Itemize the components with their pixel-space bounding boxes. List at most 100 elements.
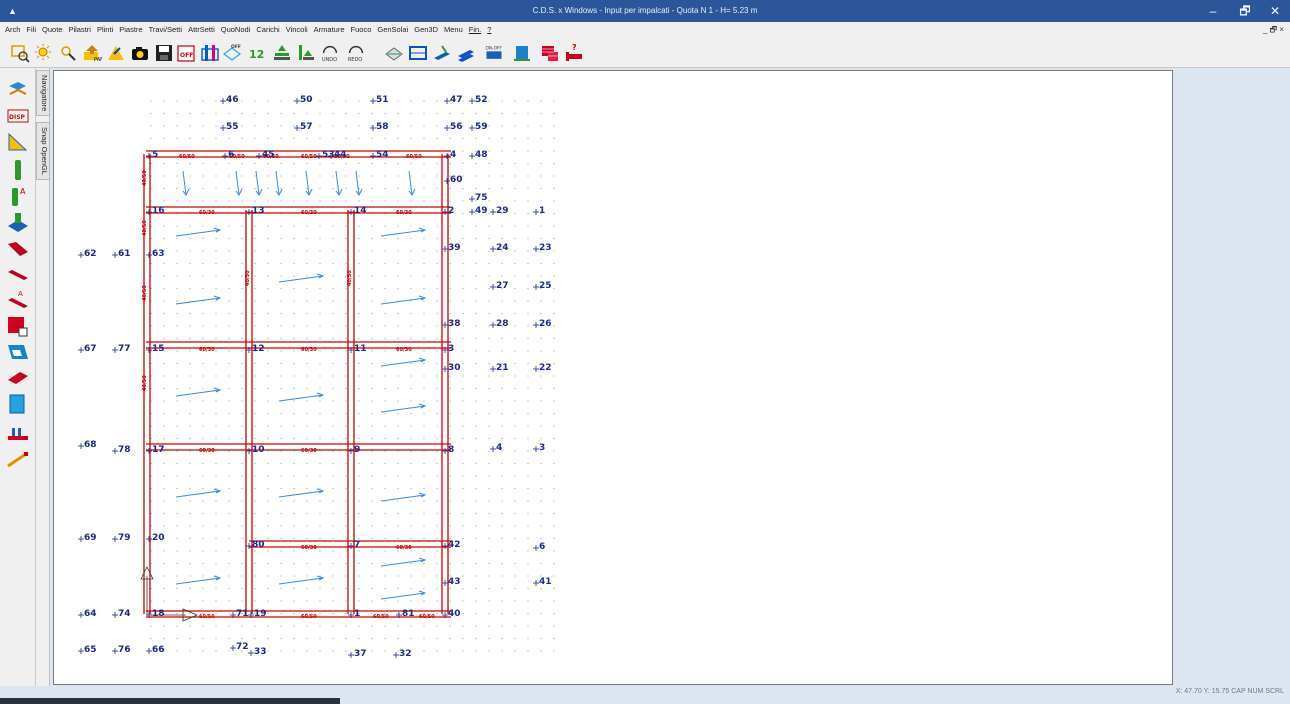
pan-icon[interactable]: PAN: [82, 42, 104, 64]
grid-dot: [501, 625, 503, 627]
stairs-icon[interactable]: [6, 420, 30, 444]
zoom-window-icon[interactable]: [10, 42, 30, 64]
triangle-icon[interactable]: [6, 130, 30, 154]
menu-quote[interactable]: Quote: [39, 22, 65, 38]
columns-icon[interactable]: [200, 42, 220, 64]
menu-arch[interactable]: Arch: [2, 22, 23, 38]
menu-menu[interactable]: Menu: [441, 22, 466, 38]
foundation-icon[interactable]: [272, 42, 292, 64]
grid-dot: [345, 400, 347, 402]
grid-dot: [176, 400, 178, 402]
grid-dot: [319, 462, 321, 465]
beams-3d-icon[interactable]: [384, 42, 404, 64]
beam-a-icon[interactable]: A: [6, 288, 30, 312]
mdi-controls[interactable]: _ 🗗 ×: [1263, 22, 1284, 38]
menu-gen3d[interactable]: Gen3D: [411, 22, 441, 38]
node-label: 28: [496, 319, 509, 329]
cyan-rect-icon[interactable]: [6, 392, 30, 416]
grid-dot: [410, 437, 412, 440]
grid-dot: [345, 512, 347, 515]
zoom-out-icon[interactable]: [58, 42, 78, 64]
menu-attrsetti[interactable]: AttrSetti: [185, 22, 218, 38]
disp-icon[interactable]: DISP: [6, 104, 30, 128]
ramp-icon[interactable]: [6, 446, 30, 470]
menu-fuoco[interactable]: Fuoco: [348, 22, 375, 38]
piers-icon[interactable]: [296, 42, 316, 64]
tab-snap-opengl[interactable]: Snap OpenGL: [36, 122, 50, 180]
beam-icon[interactable]: [6, 262, 30, 286]
help-bed-icon[interactable]: ?: [564, 42, 584, 64]
grid-dot: [202, 412, 204, 415]
zoom-all-icon[interactable]: [34, 42, 54, 64]
foundation-block-icon[interactable]: [6, 210, 30, 234]
sofa-icon[interactable]: [6, 236, 30, 260]
grid-dot: [254, 412, 256, 415]
menu-vincoli[interactable]: Vincoli: [283, 22, 311, 38]
onoff-icon[interactable]: ON-OFF: [484, 42, 508, 64]
grid-dot: [488, 187, 490, 190]
grid-dot: [202, 287, 204, 290]
menu-fili[interactable]: Fili: [23, 22, 39, 38]
column-a-icon[interactable]: A: [6, 184, 30, 208]
grid-dot: [514, 425, 516, 427]
diamond-off-icon[interactable]: OFF: [222, 42, 242, 64]
grid-dot: [540, 425, 542, 427]
redo-icon[interactable]: REDO: [346, 42, 368, 64]
grid-dot: [423, 337, 425, 340]
red-square-icon[interactable]: [6, 314, 30, 338]
menu-piastre[interactable]: Piastre: [116, 22, 145, 38]
node-label: 37: [354, 649, 367, 659]
bricks-icon[interactable]: [540, 42, 560, 64]
navigate-icon[interactable]: [6, 78, 30, 102]
grid-dot: [267, 262, 269, 265]
menu-travi-setti[interactable]: Travi/Setti: [146, 22, 185, 38]
grid-dot: [280, 200, 282, 202]
grid-dot: [553, 500, 555, 502]
floor-plan[interactable]: 60/50 60/50 60/50 60/50 60/50 60/50 40/50 60/30…: [54, 71, 1172, 684]
redraw-icon[interactable]: [106, 42, 126, 64]
menu-carichi[interactable]: Carichi: [253, 22, 282, 38]
undo-icon[interactable]: UNDO: [320, 42, 342, 64]
menu-fin[interactable]: Fin.: [466, 22, 485, 38]
slab-icon[interactable]: [408, 42, 428, 64]
minimize-button[interactable]: –: [1198, 0, 1228, 22]
wall-icon[interactable]: [6, 340, 30, 364]
grid-dot: [254, 262, 256, 265]
grid-dot: [410, 625, 412, 627]
grid-dot: [215, 400, 217, 402]
column-icon[interactable]: [6, 158, 30, 182]
grid-dot: [553, 512, 555, 515]
slab-plate-icon[interactable]: [6, 366, 30, 390]
save-icon[interactable]: [154, 42, 174, 64]
menu-gensolai[interactable]: GenSolai: [374, 22, 411, 38]
grid-dot: [280, 250, 282, 252]
numbering-icon[interactable]: 12: [248, 42, 268, 64]
load-icon[interactable]: [432, 42, 452, 64]
node-label: 17: [152, 445, 165, 455]
building-icon[interactable]: [512, 42, 532, 64]
grid-dot: [358, 400, 360, 402]
camera-icon[interactable]: [130, 42, 150, 64]
menu-armature[interactable]: Armature: [311, 22, 348, 38]
grid-dot: [371, 200, 373, 202]
layer-icon[interactable]: [456, 42, 476, 64]
node-label: 41: [539, 577, 552, 587]
grid-dot: [267, 400, 269, 402]
menu-plinti[interactable]: Plinti: [94, 22, 116, 38]
menu-quonodi[interactable]: QuoNodi: [218, 22, 254, 38]
tab-navigatore[interactable]: Navigatore: [36, 70, 50, 116]
grid-dot: [540, 312, 542, 315]
grid-dot: [267, 475, 269, 477]
menu-help[interactable]: ?: [484, 22, 494, 38]
menu-pilastri[interactable]: Pilastri: [65, 22, 94, 38]
beam-section-label: 40/50: [142, 285, 148, 301]
grid-dot: [293, 637, 295, 640]
grid-dot: [436, 337, 438, 340]
grid-dot: [527, 512, 529, 515]
close-button[interactable]: ✕: [1260, 0, 1290, 22]
grid-dot: [241, 537, 243, 540]
grid-dot: [397, 175, 399, 177]
off-icon[interactable]: OFF: [176, 42, 196, 64]
drawing-canvas[interactable]: 60/50 60/50 60/50 60/50 60/50 60/50 40/50 60/30…: [53, 70, 1173, 685]
maximize-button[interactable]: 🗗: [1230, 0, 1260, 22]
